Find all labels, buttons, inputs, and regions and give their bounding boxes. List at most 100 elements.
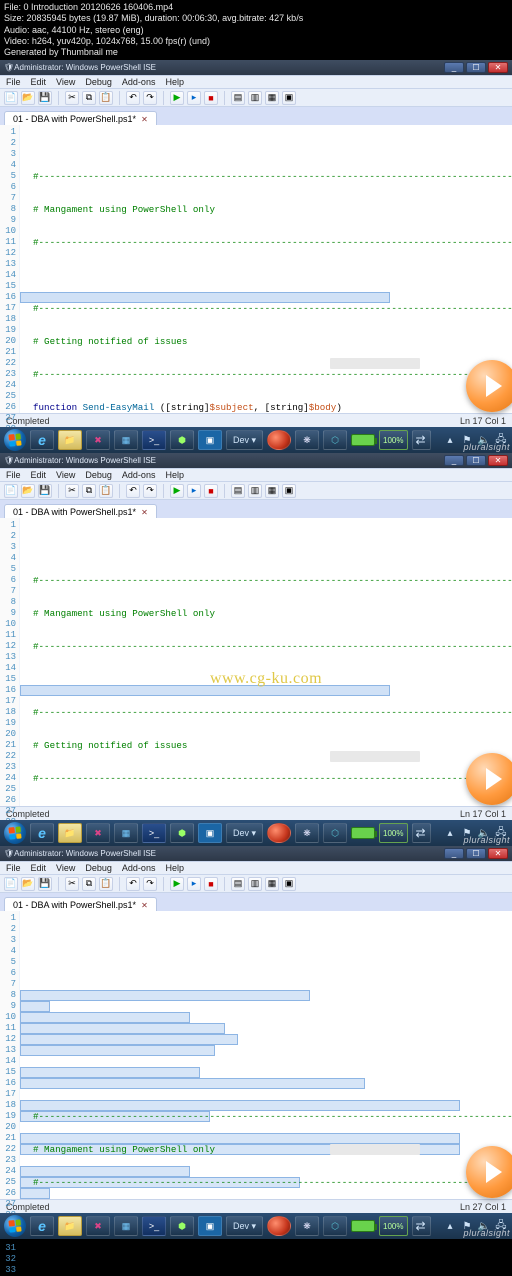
taskbar-ie-icon[interactable]: [30, 430, 54, 450]
undo-button[interactable]: ↶: [126, 484, 140, 498]
undo-button[interactable]: ↶: [126, 91, 140, 105]
minimize-button[interactable]: _: [444, 848, 464, 859]
redo-button[interactable]: ↷: [143, 484, 157, 498]
layout-button[interactable]: ▦: [265, 484, 279, 498]
taskbar-battery-icon[interactable]: [351, 1220, 375, 1232]
taskbar-explorer-icon[interactable]: 📁: [58, 430, 82, 450]
run-selection-button[interactable]: ▸: [187, 484, 201, 498]
maximize-button[interactable]: ☐: [466, 62, 486, 73]
menu-file[interactable]: File: [6, 77, 21, 87]
taskbar-dev-label[interactable]: Dev ▾: [226, 1216, 263, 1236]
layout2-button[interactable]: ▣: [282, 91, 296, 105]
console-pane-button[interactable]: ▥: [248, 877, 262, 891]
editor[interactable]: 1234567891011121314151617181920212223242…: [0, 518, 512, 806]
menu-addons[interactable]: Add-ons: [122, 470, 156, 480]
open-button[interactable]: 📂: [21, 877, 35, 891]
redo-button[interactable]: ↷: [143, 877, 157, 891]
menu-debug[interactable]: Debug: [85, 863, 112, 873]
script-pane-button[interactable]: ▤: [231, 91, 245, 105]
taskbar[interactable]: 📁 ✖ ▦ >_ ⬢ ▣ Dev ▾ ❋ ⬡ 100% ⇄ ▴ ⚑ 🔈 🖧: [0, 427, 512, 453]
taskbar-dropbox-icon[interactable]: ⬡: [323, 430, 347, 450]
close-button[interactable]: ✕: [488, 848, 508, 859]
menu-view[interactable]: View: [56, 77, 75, 87]
taskbar-ps-icon[interactable]: >_: [142, 823, 166, 843]
taskbar-explorer-icon[interactable]: 📁: [58, 1216, 82, 1236]
layout2-button[interactable]: ▣: [282, 484, 296, 498]
save-button[interactable]: 💾: [38, 91, 52, 105]
run-button[interactable]: ▶: [170, 877, 184, 891]
editor[interactable]: 1234567891011121314151617181920212223242…: [0, 911, 512, 1199]
menu-help[interactable]: Help: [165, 863, 184, 873]
taskbar-battery-pct[interactable]: 100%: [379, 430, 407, 450]
close-icon[interactable]: ✕: [141, 115, 148, 124]
undo-button[interactable]: ↶: [126, 877, 140, 891]
start-button[interactable]: [4, 1215, 26, 1237]
script-tab[interactable]: 01 - DBA with PowerShell.ps1* ✕: [4, 897, 157, 911]
start-button[interactable]: [4, 822, 26, 844]
taskbar-tools-icon[interactable]: ✖: [86, 1216, 110, 1236]
taskbar-ie-icon[interactable]: [30, 1216, 54, 1236]
taskbar-dropbox-icon[interactable]: ⬡: [323, 823, 347, 843]
taskbar-app2-icon[interactable]: ▣: [198, 1216, 222, 1236]
new-file-button[interactable]: 📄: [4, 877, 18, 891]
script-pane-button[interactable]: ▤: [231, 877, 245, 891]
console-pane-button[interactable]: ▥: [248, 91, 262, 105]
menu-edit[interactable]: Edit: [31, 470, 47, 480]
save-button[interactable]: 💾: [38, 877, 52, 891]
paste-button[interactable]: 📋: [99, 877, 113, 891]
tray-chevron-icon[interactable]: ▴: [443, 1219, 457, 1233]
menu-file[interactable]: File: [6, 470, 21, 480]
open-button[interactable]: 📂: [21, 484, 35, 498]
play-overlay-icon[interactable]: [466, 1146, 512, 1198]
layout2-button[interactable]: ▣: [282, 877, 296, 891]
taskbar-link-icon[interactable]: ⇄: [412, 823, 431, 843]
taskbar-battery-pct[interactable]: 100%: [379, 1216, 407, 1236]
menu-view[interactable]: View: [56, 470, 75, 480]
taskbar-app-icon[interactable]: ▦: [114, 1216, 138, 1236]
taskbar-fan-icon[interactable]: ❋: [295, 430, 319, 450]
code-editor[interactable]: www.cg-ku.com #-------------------------…: [20, 518, 512, 806]
start-button[interactable]: [4, 429, 26, 451]
script-pane-button[interactable]: ▤: [231, 484, 245, 498]
taskbar-app-icon[interactable]: ▦: [114, 430, 138, 450]
open-button[interactable]: 📂: [21, 91, 35, 105]
window-titlebar[interactable]: 🛡 Administrator: Windows PowerShell ISE …: [0, 846, 512, 861]
copy-button[interactable]: ⧉: [82, 877, 96, 891]
cut-button[interactable]: ✂: [65, 91, 79, 105]
taskbar-link-icon[interactable]: ⇄: [412, 430, 431, 450]
maximize-button[interactable]: ☐: [466, 455, 486, 466]
stop-button[interactable]: ■: [204, 877, 218, 891]
layout-button[interactable]: ▦: [265, 91, 279, 105]
taskbar-ie-icon[interactable]: [30, 823, 54, 843]
play-overlay-icon[interactable]: [466, 753, 512, 805]
close-button[interactable]: ✕: [488, 455, 508, 466]
cut-button[interactable]: ✂: [65, 484, 79, 498]
new-file-button[interactable]: 📄: [4, 484, 18, 498]
taskbar-redorb-icon[interactable]: [267, 823, 291, 843]
window-titlebar[interactable]: 🛡 Administrator: Windows PowerShell ISE …: [0, 60, 512, 75]
new-file-button[interactable]: 📄: [4, 91, 18, 105]
taskbar-redorb-icon[interactable]: [267, 1216, 291, 1236]
minimize-button[interactable]: _: [444, 455, 464, 466]
menu-help[interactable]: Help: [165, 470, 184, 480]
paste-button[interactable]: 📋: [99, 91, 113, 105]
taskbar-app2-icon[interactable]: ▣: [198, 823, 222, 843]
menu-debug[interactable]: Debug: [85, 77, 112, 87]
taskbar-dropbox-icon[interactable]: ⬡: [323, 1216, 347, 1236]
save-button[interactable]: 💾: [38, 484, 52, 498]
tray-chevron-icon[interactable]: ▴: [443, 433, 457, 447]
taskbar[interactable]: 📁 ✖ ▦ >_ ⬢ ▣ Dev ▾ ❋ ⬡ 100% ⇄ ▴ ⚑ 🔈 🖧: [0, 1213, 512, 1239]
taskbar-ps-icon[interactable]: >_: [142, 1216, 166, 1236]
script-tab[interactable]: 01 - DBA with PowerShell.ps1* ✕: [4, 504, 157, 518]
taskbar-app-icon[interactable]: ▦: [114, 823, 138, 843]
taskbar-tools-icon[interactable]: ✖: [86, 430, 110, 450]
taskbar-battery-icon[interactable]: [351, 827, 375, 839]
taskbar-dev-label[interactable]: Dev ▾: [226, 823, 263, 843]
stop-button[interactable]: ■: [204, 484, 218, 498]
menu-file[interactable]: File: [6, 863, 21, 873]
layout-button[interactable]: ▦: [265, 877, 279, 891]
script-tab[interactable]: 01 - DBA with PowerShell.ps1* ✕: [4, 111, 157, 125]
menu-edit[interactable]: Edit: [31, 863, 47, 873]
taskbar-fan-icon[interactable]: ❋: [295, 1216, 319, 1236]
code-editor[interactable]: #---------------------------------------…: [20, 125, 512, 413]
